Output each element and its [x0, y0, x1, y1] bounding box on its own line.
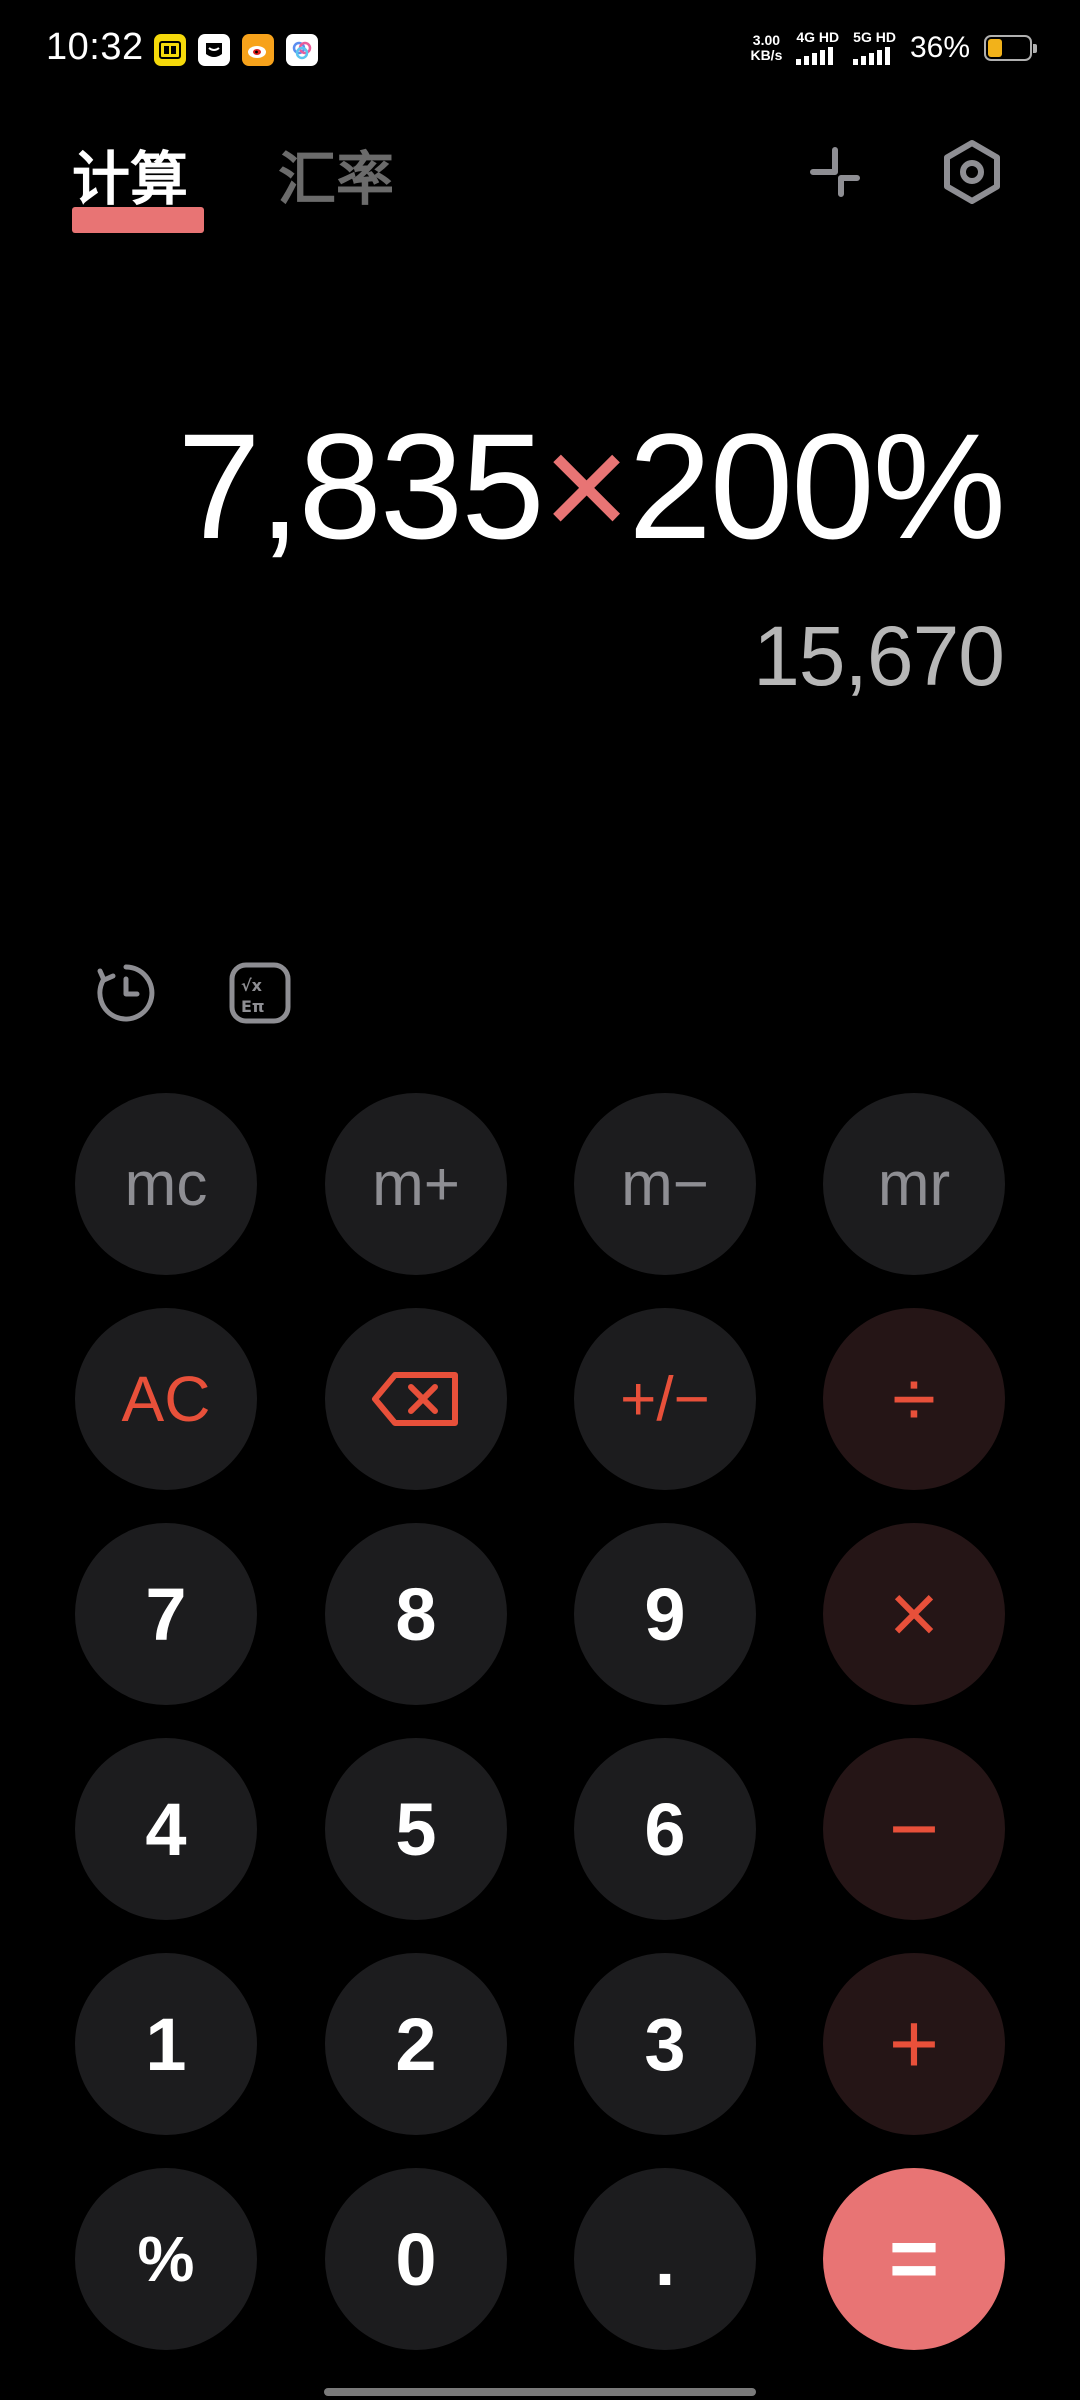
app-store-notification-icon — [286, 34, 318, 66]
collapse-arrows-icon[interactable] — [795, 132, 875, 212]
digit-3-button[interactable]: 3 — [574, 1953, 756, 2135]
digit-9-button[interactable]: 9 — [574, 1523, 756, 1705]
svg-text:Eπ: Eπ — [241, 997, 265, 1016]
active-tab-indicator — [72, 207, 204, 233]
home-indicator[interactable] — [324, 2388, 756, 2396]
signal-bars-icon — [853, 47, 891, 65]
message-notification-icon — [198, 34, 230, 66]
digit-1-button[interactable]: 1 — [75, 1953, 257, 2135]
status-bar: 10:32 3.00 KB/s 4G HD 5G HD 36% — [0, 0, 1080, 100]
sim2-label: 5G HD — [853, 29, 896, 45]
backspace-button[interactable] — [325, 1308, 507, 1490]
operator: × — [542, 402, 631, 570]
status-time: 10:32 — [46, 26, 144, 68]
history-icon[interactable] — [91, 958, 161, 1028]
memory-add-button[interactable]: m+ — [325, 1093, 507, 1275]
digit-2-button[interactable]: 2 — [325, 1953, 507, 2135]
notification-icons — [154, 34, 318, 66]
memory-recall-button[interactable]: mr — [823, 1093, 1005, 1275]
network-speed-value: 3.00 — [752, 31, 781, 48]
memory-clear-button[interactable]: mc — [75, 1093, 257, 1275]
network-speed: 3.00 KB/s — [750, 31, 783, 63]
divide-button[interactable]: ÷ — [823, 1308, 1005, 1490]
settings-icon[interactable] — [932, 132, 1012, 212]
backspace-icon — [372, 1372, 458, 1426]
tab-exchange-rate[interactable]: 汇率 — [278, 132, 394, 216]
sim1-signal: 4G HD — [796, 30, 839, 65]
weibo-notification-icon — [242, 34, 274, 66]
percent-button[interactable]: % — [75, 2168, 257, 2350]
digit-6-button[interactable]: 6 — [574, 1738, 756, 1920]
memory-subtract-button[interactable]: m− — [574, 1093, 756, 1275]
status-indicators: 3.00 KB/s 4G HD 5G HD 36% — [750, 30, 1037, 65]
operand-2: 200% — [628, 402, 1006, 570]
operand-1: 7,835 — [177, 402, 544, 570]
calculator-screen: 10:32 3.00 KB/s 4G HD 5G HD 36% 计算 汇率 7,… — [0, 0, 1080, 2400]
sim2-signal: 5G HD — [853, 30, 896, 65]
digit-8-button[interactable]: 8 — [325, 1523, 507, 1705]
tab-calculate[interactable]: 计算 — [72, 132, 188, 216]
all-clear-button[interactable]: AC — [75, 1308, 257, 1490]
svg-text:√x: √x — [241, 976, 263, 995]
battery-percent: 36% — [909, 30, 970, 64]
sim1-label: 4G HD — [796, 29, 840, 45]
battery-fill — [988, 38, 1003, 57]
multiply-button[interactable]: × — [823, 1523, 1005, 1705]
digit-0-button[interactable]: 0 — [325, 2168, 507, 2350]
minus-button[interactable]: − — [823, 1738, 1005, 1920]
digit-7-button[interactable]: 7 — [75, 1523, 257, 1705]
signal-bars-icon — [796, 47, 834, 65]
digit-5-button[interactable]: 5 — [325, 1738, 507, 1920]
expression-display: 7,835×200% — [177, 400, 1006, 573]
plus-minus-button[interactable]: +/− — [574, 1308, 756, 1490]
equals-button[interactable]: = — [823, 2168, 1005, 2350]
result-display: 15,670 — [753, 609, 1005, 703]
decimal-point-button[interactable]: . — [574, 2168, 756, 2350]
battery-icon — [984, 34, 1037, 61]
digit-4-button[interactable]: 4 — [75, 1738, 257, 1920]
app-notification-icon — [154, 34, 186, 66]
plus-button[interactable]: + — [823, 1953, 1005, 2135]
scientific-mode-icon[interactable]: √x Eπ — [225, 958, 295, 1028]
network-speed-unit: KB/s — [750, 46, 783, 63]
